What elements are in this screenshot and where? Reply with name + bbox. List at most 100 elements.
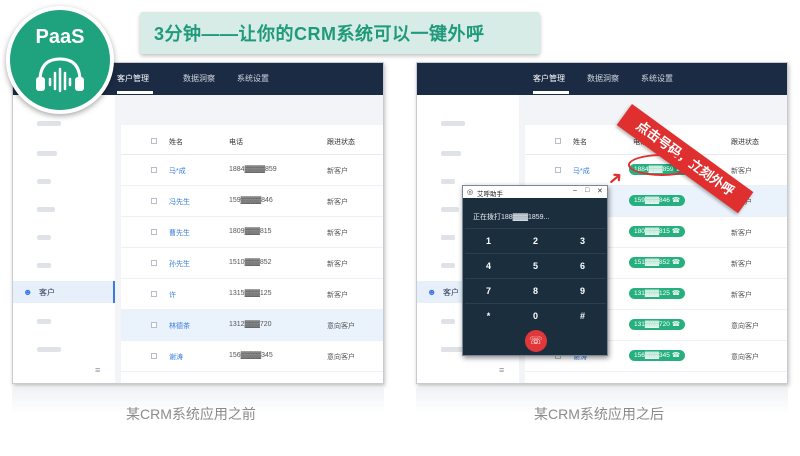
phone-call-button[interactable]: 131▓▓▓720 ☎ (629, 319, 686, 330)
select-all-checkbox[interactable] (555, 138, 561, 144)
customer-name-link[interactable]: 马*成 (573, 166, 590, 176)
row-checkbox[interactable] (151, 260, 157, 266)
sidebar-item[interactable] (441, 121, 465, 126)
table-row[interactable]: 马*成 1884▓▓▓▓859 新客户 (121, 155, 383, 186)
row-checkbox[interactable] (151, 198, 157, 204)
maximize-icon[interactable]: □ (585, 187, 589, 194)
row-checkbox[interactable] (151, 291, 157, 297)
dial-key-6[interactable]: 6 (559, 253, 606, 277)
sidebar-item[interactable] (441, 179, 455, 184)
dial-key-4[interactable]: 4 (465, 253, 512, 277)
dial-key-8[interactable]: 8 (512, 278, 559, 302)
customer-name-link[interactable]: 许 (169, 290, 176, 300)
caption-after: 某CRM系统应用之后 (534, 406, 664, 422)
sidebar-item[interactable] (37, 121, 61, 126)
tab-customer-management[interactable]: 客户管理 (533, 73, 565, 84)
table-row[interactable]: 孙先生 1510▓▓▓852 新客户 (121, 248, 383, 279)
row-checkbox[interactable] (151, 167, 157, 173)
dial-key-5[interactable]: 5 (512, 253, 559, 277)
dialer-titlebar: ◎ 艾呼助手 – □ ✕ (463, 186, 607, 198)
users-icon: ☻ (23, 287, 33, 297)
dial-key-2[interactable]: 2 (512, 228, 559, 252)
phone-icon: ☎ (671, 197, 681, 204)
customer-name-link[interactable]: 林德茶 (169, 321, 190, 331)
phone-call-button[interactable]: 131▓▓▓125 ☎ (629, 288, 686, 299)
follow-status: 意向客户 (731, 354, 759, 361)
sidebar-item[interactable] (441, 319, 455, 324)
sidebar-item[interactable] (441, 235, 455, 240)
sidebar-item-customer[interactable]: ☻ 客户 (13, 281, 115, 303)
sidebar-item[interactable] (441, 151, 461, 156)
app-icon: ◎ (467, 189, 474, 196)
phone-number: 1315▓▓▓125 (229, 290, 272, 297)
dial-key-hash[interactable]: # (559, 303, 606, 327)
minimize-icon[interactable]: – (573, 187, 577, 194)
row-checkbox[interactable] (151, 322, 157, 328)
phone-number: 131▓▓▓125 (634, 290, 670, 297)
paas-badge: PaaS (6, 6, 114, 114)
tab-data-insights[interactable]: 数据洞察 (183, 73, 215, 84)
customer-name-link[interactable]: 孙先生 (169, 259, 190, 269)
phone-number: 1510▓▓▓852 (229, 259, 272, 266)
customer-name-link[interactable]: 冯先生 (169, 197, 190, 207)
sidebar-item[interactable] (441, 207, 459, 212)
sidebar-item[interactable] (37, 235, 51, 240)
collapse-menu-icon[interactable]: ≡ (499, 365, 504, 375)
customer-name-link[interactable]: 谢涛 (169, 352, 183, 362)
dial-key-0[interactable]: 0 (512, 303, 559, 327)
sidebar-item[interactable] (37, 347, 61, 352)
sidebar-item[interactable] (37, 179, 51, 184)
sidebar-item[interactable] (37, 151, 57, 156)
row-checkbox[interactable] (151, 229, 157, 235)
caption-before: 某CRM系统应用之前 (126, 406, 256, 422)
sidebar-item[interactable] (441, 263, 455, 268)
top-nav: 客户管理 数据洞察 系统设置 (417, 63, 787, 95)
row-checkbox[interactable] (555, 167, 561, 173)
select-all-checkbox[interactable] (151, 138, 157, 144)
phone-call-button[interactable]: 156▓▓▓345 ☎ (629, 350, 686, 361)
phone-number: 180▓▓▓815 (634, 228, 670, 235)
table-row[interactable]: 曹先生 1809▓▓▓815 新客户 (121, 217, 383, 248)
sidebar-item[interactable] (37, 319, 51, 324)
table-row[interactable]: 许 1315▓▓▓125 新客户 (121, 279, 383, 310)
phone-call-button[interactable]: 159▓▓▓846 ☎ (629, 195, 686, 206)
header-phone: 电话 (229, 139, 243, 146)
table-row[interactable]: 谢涛 156▓▓▓▓345 意向客户 (121, 341, 383, 372)
follow-status: 新客户 (731, 230, 752, 237)
phone-call-button[interactable]: 180▓▓▓815 ☎ (629, 226, 686, 237)
hangup-button[interactable]: ☏ (525, 330, 547, 352)
phone-number: 1884▓▓▓▓859 (229, 166, 277, 173)
dial-key-3[interactable]: 3 (559, 228, 606, 252)
sidebar-item[interactable] (37, 207, 55, 212)
tab-customer-management[interactable]: 客户管理 (117, 73, 149, 84)
table-row[interactable]: 冯先生 159▓▓▓▓846 新客户 (121, 186, 383, 217)
customer-name-link[interactable]: 马*成 (169, 166, 186, 176)
calling-status: 正在拨打188▓▓▓1859... (473, 214, 550, 221)
row-checkbox[interactable] (151, 353, 157, 359)
tab-system-settings[interactable]: 系统设置 (237, 73, 269, 84)
dial-key-9[interactable]: 9 (559, 278, 606, 302)
follow-status: 新客户 (327, 199, 348, 206)
dialer-title: 艾呼助手 (477, 191, 503, 198)
customer-name-link[interactable]: 曹先生 (169, 228, 190, 238)
phone-number: 131▓▓▓720 (634, 321, 670, 328)
header-status: 跟进状态 (327, 139, 355, 146)
active-tab-underline (533, 91, 569, 94)
table-header: 姓名 电话 跟进状态 (121, 125, 383, 155)
close-icon[interactable]: ✕ (597, 187, 603, 195)
phone-number: 156▓▓▓345 (634, 352, 670, 359)
follow-status: 新客户 (327, 230, 348, 237)
tab-data-insights[interactable]: 数据洞察 (587, 73, 619, 84)
table-row[interactable]: 林德茶 1312▓▓▓720 意向客户 (121, 310, 383, 341)
follow-status: 新客户 (327, 261, 348, 268)
dial-key-star[interactable]: * (465, 303, 512, 327)
follow-status: 新客户 (731, 261, 752, 268)
tab-system-settings[interactable]: 系统设置 (641, 73, 673, 84)
dial-key-7[interactable]: 7 (465, 278, 512, 302)
follow-status: 新客户 (731, 292, 752, 299)
header-name: 姓名 (573, 139, 587, 146)
collapse-menu-icon[interactable]: ≡ (95, 365, 100, 375)
dial-key-1[interactable]: 1 (465, 228, 512, 252)
phone-call-button[interactable]: 151▓▓▓852 ☎ (629, 257, 686, 268)
sidebar-item[interactable] (37, 263, 51, 268)
